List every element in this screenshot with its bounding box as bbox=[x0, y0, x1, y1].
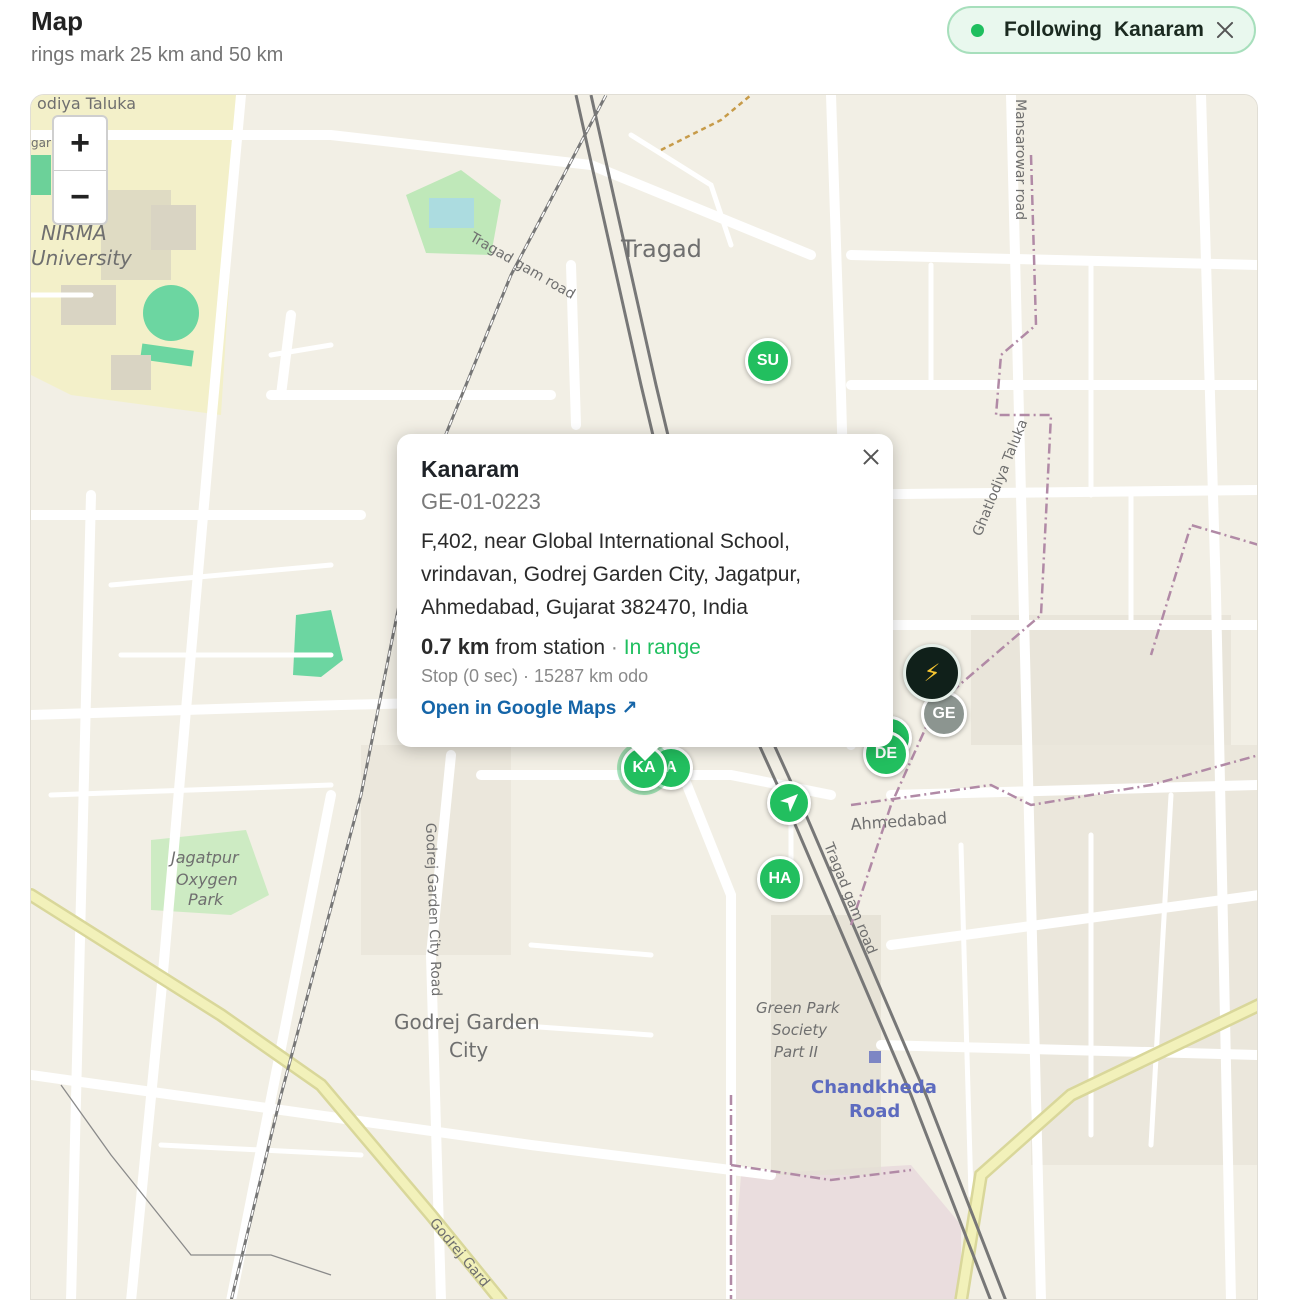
map-label-taluka: odiya Taluka bbox=[37, 95, 136, 113]
vehicle-marker-su[interactable]: SU bbox=[745, 338, 791, 384]
open-google-maps-link[interactable]: Open in Google Maps ↗ bbox=[421, 697, 638, 720]
popup-separator: · bbox=[610, 636, 618, 659]
map-label-mansarowar-road: Mansarowar road bbox=[1012, 99, 1028, 220]
close-icon[interactable] bbox=[861, 447, 881, 467]
map-label-chandkheda: Chandkheda bbox=[811, 1077, 937, 1098]
popup-vehicle-name: Kanaram bbox=[421, 456, 520, 482]
following-pill[interactable]: Following Kanaram bbox=[947, 6, 1256, 54]
nav-marker[interactable] bbox=[767, 781, 811, 825]
page-subtitle: rings mark 25 km and 50 km bbox=[31, 44, 284, 66]
popup-distance: 0.7 km bbox=[421, 634, 490, 659]
station-marker[interactable]: ⚡ bbox=[903, 644, 961, 702]
vehicle-marker-ha[interactable]: HA bbox=[757, 856, 803, 902]
map-label-park: Park bbox=[188, 890, 224, 909]
page-title: Map bbox=[31, 6, 83, 36]
vehicle-popup: Kanaram GE-01-0223 F,402, near Global In… bbox=[397, 434, 893, 761]
map-label-tragad: Tragad bbox=[620, 235, 702, 263]
close-icon[interactable] bbox=[1214, 19, 1236, 41]
popup-distance-suffix: from station bbox=[495, 636, 606, 659]
zoom-out-button[interactable]: − bbox=[54, 170, 106, 224]
popup-address: F,402, near Global International School,… bbox=[421, 530, 802, 619]
popup-vehicle-code: GE-01-0223 bbox=[421, 489, 541, 514]
following-label: Following bbox=[1004, 18, 1102, 41]
following-name: Kanaram bbox=[1113, 18, 1204, 41]
map-label-part: Part II bbox=[774, 1043, 818, 1061]
zoom-in-button[interactable]: + bbox=[54, 117, 106, 170]
popup-distance-line: 0.7 km from station · In range bbox=[421, 634, 867, 660]
map-label-gar: gar bbox=[31, 136, 51, 150]
map-label-jagatpur: Jagatpur bbox=[168, 848, 240, 867]
map-label-city: City bbox=[449, 1038, 488, 1062]
status-dot-icon bbox=[971, 23, 984, 37]
zoom-control: + − bbox=[52, 115, 108, 225]
map-label-chandkheda-road: Road bbox=[849, 1101, 900, 1122]
map-label-oxygen: Oxygen bbox=[176, 870, 238, 889]
map-label-university: University bbox=[31, 246, 133, 270]
popup-status: Stop (0 sec) · 15287 km odo bbox=[421, 666, 649, 686]
navigation-arrow-icon bbox=[780, 794, 798, 812]
map-canvas[interactable]: odiya Taluka gar NIRMA University Tragad… bbox=[30, 94, 1258, 1300]
map-label-godrej-garden: Godrej Garden bbox=[394, 1010, 540, 1034]
bolt-icon: ⚡ bbox=[923, 659, 941, 687]
map-label-green-park: Green Park bbox=[756, 999, 841, 1017]
popup-range-status: In range bbox=[623, 636, 701, 659]
map-label-society: Society bbox=[772, 1021, 828, 1039]
popup-tip bbox=[630, 746, 660, 761]
